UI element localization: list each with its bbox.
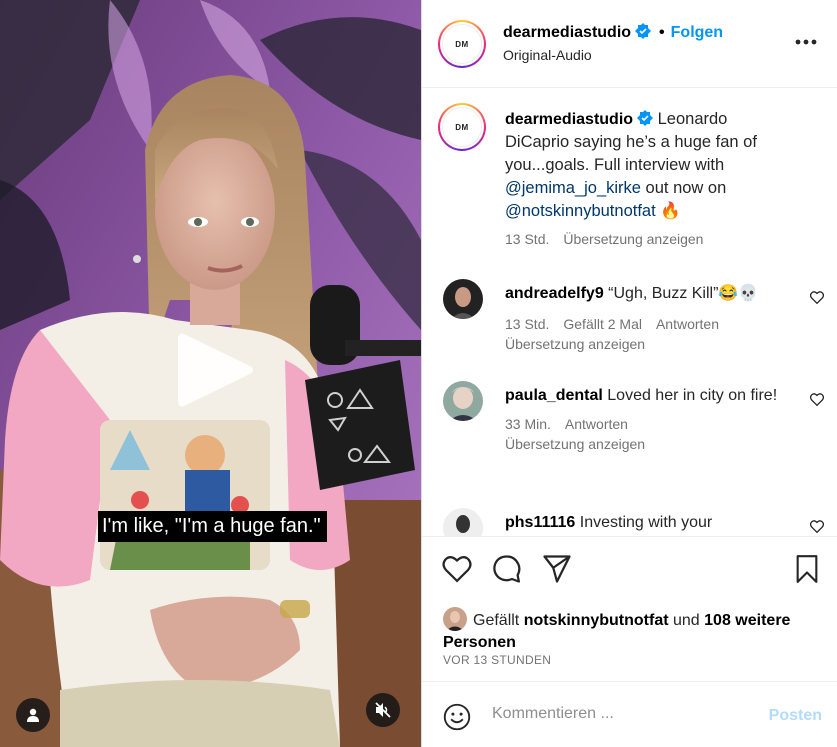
post-comment-button[interactable]: Posten (769, 707, 822, 725)
header-username[interactable]: dearmediastudio (503, 24, 631, 41)
comment-username[interactable]: paula_dental (505, 387, 603, 404)
liker-username[interactable]: notskinnybutnotfat (524, 612, 669, 629)
comment-text: Investing with your (579, 514, 713, 531)
original-audio-link[interactable]: Original-Audio (503, 47, 592, 63)
post-actions: Gefällt notskinnybutnotfat und 108 weite… (422, 536, 837, 682)
follow-button[interactable]: Folgen (671, 24, 723, 41)
smiley-icon (443, 703, 471, 731)
post-timestamp[interactable]: VOR 13 STUNDEN (443, 653, 551, 667)
comment-text: Loved her in city on fire! (607, 387, 778, 404)
comment-body: phs11116 Investing with your (505, 511, 785, 534)
save-button[interactable] (795, 555, 819, 588)
likes-prefix: Gefällt (473, 612, 524, 629)
avatar-logo-text: DM (455, 39, 469, 49)
comment-button[interactable] (492, 554, 522, 589)
comment-body: paula_dental Loved her in city on fire! … (505, 384, 785, 454)
like-comment-button[interactable] (809, 393, 825, 411)
caption-author-avatar[interactable]: DM (438, 103, 486, 151)
caption-text-middle: out now on (640, 179, 727, 197)
comment-icon (493, 555, 521, 583)
comments-list[interactable]: DM dearmediastudio Leonardo DiCaprio say… (422, 89, 837, 536)
comment-meta: 33 Min. Antworten (505, 414, 785, 434)
translate-link[interactable]: Übersetzung anzeigen (505, 434, 785, 454)
heart-icon (809, 291, 825, 305)
caption-translate-link[interactable]: Übersetzung anzeigen (563, 231, 703, 247)
caption-meta: 13 Std. Übersetzung anzeigen (505, 231, 717, 247)
comment-meta: 13 Std. Gefällt 2 Mal Antworten (505, 314, 785, 334)
comment-text: “Ugh, Buzz Kill”😂💀 (608, 285, 759, 302)
bookmark-icon (796, 555, 818, 583)
avatar-image (443, 279, 483, 319)
comment-time: 13 Std. (505, 316, 550, 332)
post-caption: dearmediastudio Leonardo DiCaprio saying… (505, 108, 795, 223)
video-player[interactable]: I'm like, "I'm a huge fan." (0, 0, 421, 747)
liker-avatar[interactable] (443, 607, 467, 631)
emoji-picker-button[interactable] (443, 703, 471, 736)
comment-username[interactable]: phs11116 (505, 514, 575, 531)
likes-middle: und (668, 612, 705, 629)
share-button[interactable] (542, 555, 572, 588)
translate-link[interactable]: Übersetzung anzeigen (505, 334, 785, 354)
separator-dot: • (659, 24, 665, 41)
caption-time: 13 Std. (505, 231, 550, 247)
send-icon (543, 555, 571, 583)
play-button[interactable] (172, 328, 256, 412)
more-options-button[interactable] (795, 32, 817, 50)
commenter-avatar[interactable] (443, 508, 483, 536)
tagged-users-button[interactable] (16, 698, 50, 732)
avatar-image (443, 508, 483, 536)
verified-badge-icon (635, 23, 652, 39)
post-header: DM dearmediastudio • Folgen Original-Audio (422, 0, 837, 88)
fire-emoji: 🔥 (660, 202, 681, 220)
commenter-avatar[interactable] (443, 279, 483, 319)
like-comment-button[interactable] (809, 291, 825, 309)
play-icon (178, 333, 253, 407)
like-comment-button[interactable] (809, 520, 825, 536)
comment-time: 33 Min. (505, 416, 551, 432)
post-side-panel: DM dearmediastudio • Folgen Original-Audio… (421, 0, 837, 747)
video-subtitle: I'm like, "I'm a huge fan." (98, 511, 327, 542)
mute-button[interactable] (366, 693, 400, 727)
mention-notskinny[interactable]: @notskinnybutnotfat (505, 202, 656, 220)
add-comment-bar: Posten (422, 683, 837, 747)
reply-button[interactable]: Antworten (565, 416, 628, 432)
comment-likes[interactable]: Gefällt 2 Mal (563, 316, 642, 332)
post-container: I'm like, "I'm a huge fan." DM dearmedia… (0, 0, 837, 747)
reply-button[interactable]: Antworten (656, 316, 719, 332)
comment-username[interactable]: andreadelfy9 (505, 285, 604, 302)
mention-jemima[interactable]: @jemima_jo_kirke (505, 179, 641, 197)
like-button[interactable] (442, 555, 472, 588)
likes-summary: Gefällt notskinnybutnotfat und 108 weite… (443, 607, 823, 654)
user-icon (27, 708, 39, 722)
caption-avatar-logo-text: DM (455, 122, 469, 132)
commenter-avatar[interactable] (443, 381, 483, 421)
heart-icon (809, 520, 825, 534)
header-author-line: dearmediastudio • Folgen (503, 23, 723, 42)
comment-body: andreadelfy9 “Ugh, Buzz Kill”😂💀 13 Std. G… (505, 282, 785, 354)
verified-badge-icon (637, 110, 654, 126)
comment-input[interactable] (492, 705, 752, 723)
author-avatar[interactable]: DM (438, 20, 486, 68)
avatar-image (443, 607, 467, 631)
heart-icon (442, 556, 472, 583)
caption-username[interactable]: dearmediastudio (505, 111, 633, 128)
avatar-image (443, 381, 483, 421)
muted-speaker-icon (375, 702, 391, 718)
heart-icon (809, 393, 825, 407)
more-icon (795, 39, 817, 45)
